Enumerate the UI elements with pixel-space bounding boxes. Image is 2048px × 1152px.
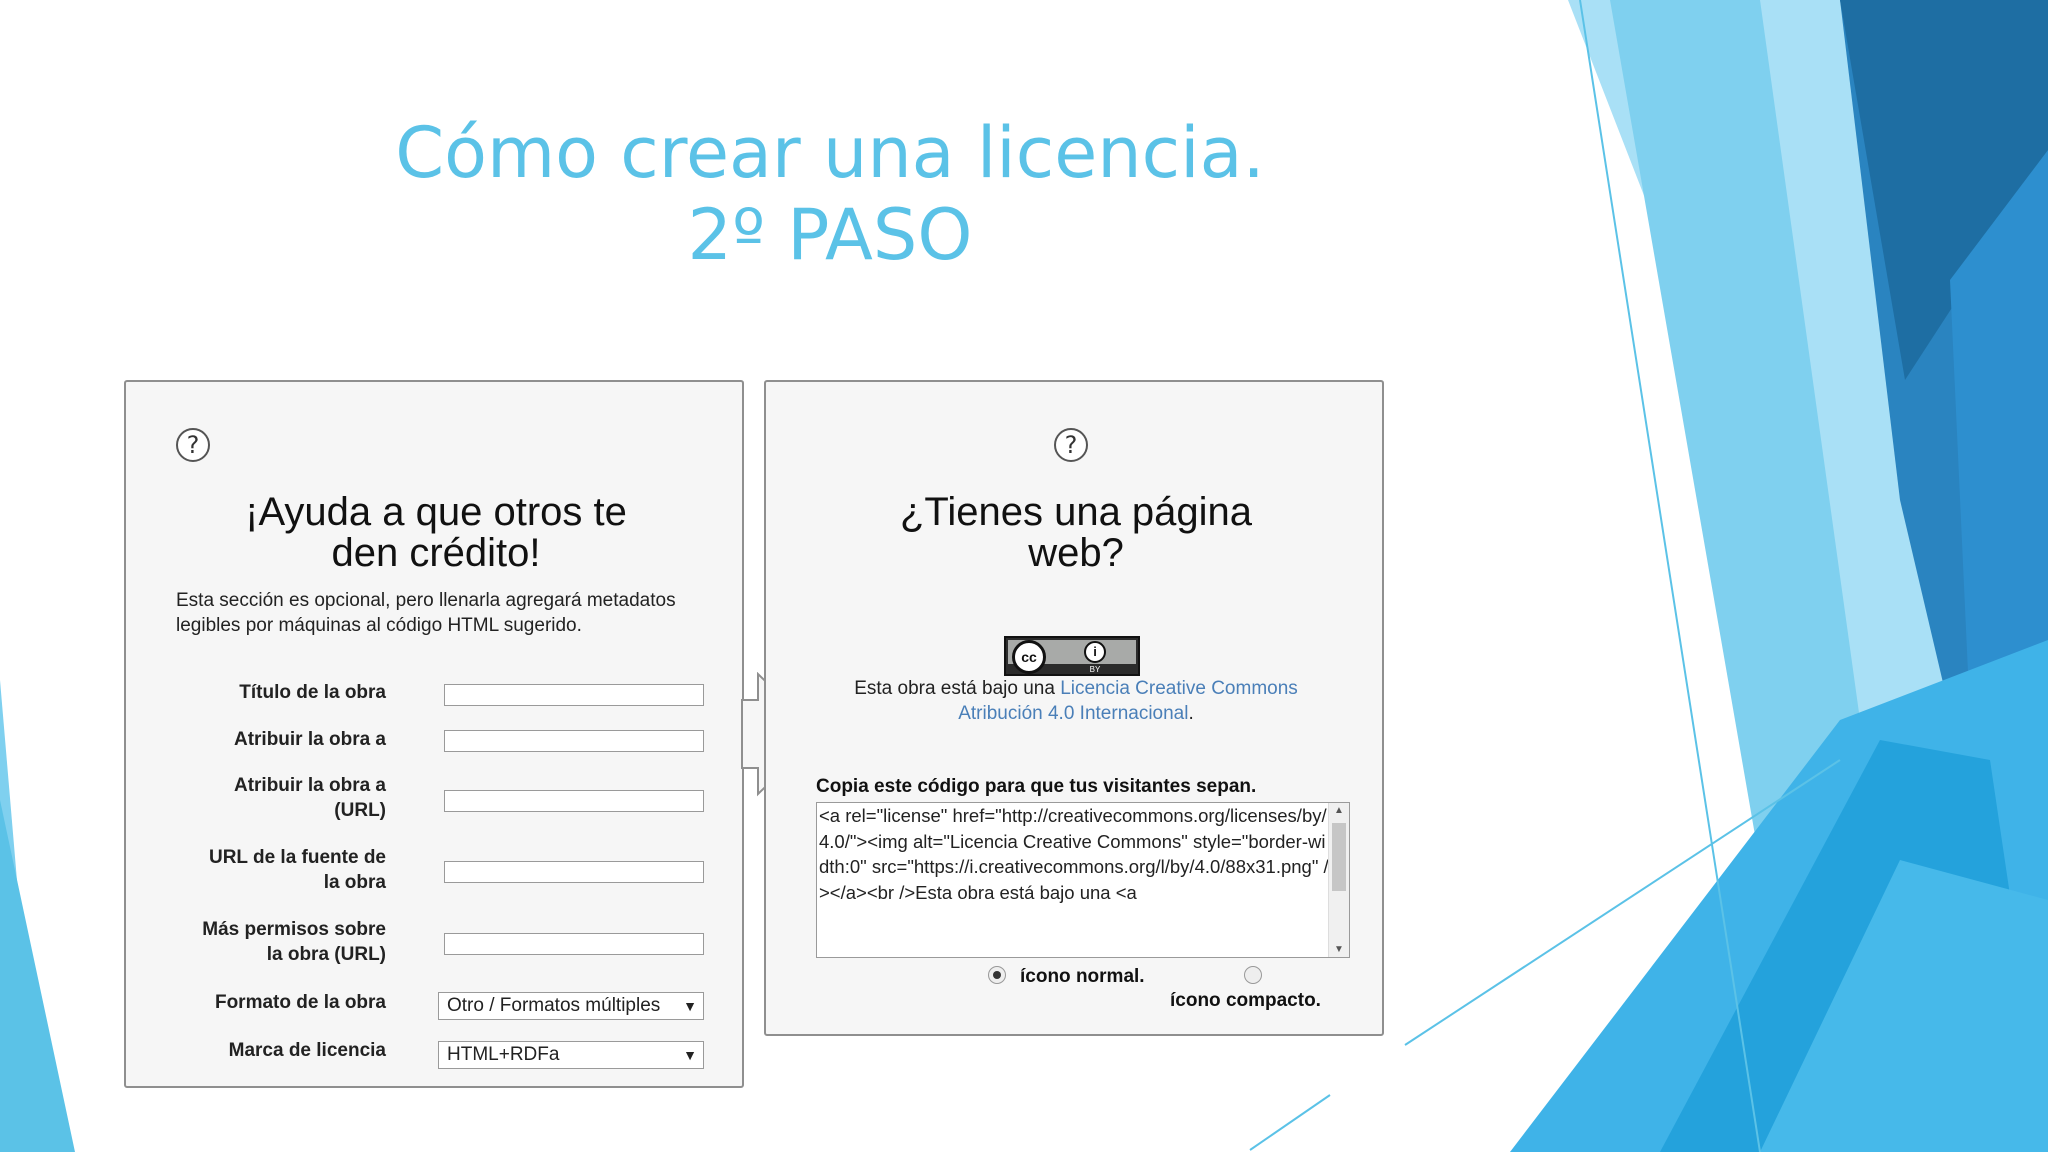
cc-by-license-badge[interactable]: cc i BY (1004, 636, 1140, 676)
heading-line-2: den crédito! (331, 531, 541, 575)
source-url-label: URL de la fuente de la obra (126, 845, 386, 895)
attribute-url-label: Atribuir la obra a (URL) (126, 773, 386, 823)
normal-icon-radio[interactable] (988, 966, 1006, 984)
attribution-person-icon: i (1084, 641, 1106, 663)
scroll-thumb[interactable] (1332, 823, 1346, 891)
website-code-panel: ? ¿Tienes una página web? cc i BY Esta o… (764, 380, 1384, 1036)
work-title-label: Título de la obra (239, 682, 386, 703)
heading-line-2: web? (1028, 531, 1124, 575)
copy-code-label: Copia este código para que tus visitante… (816, 776, 1257, 797)
license-link-continued[interactable]: Atribución 4.0 Internacional (958, 703, 1188, 724)
work-title-input[interactable] (444, 684, 704, 706)
panel-description: Esta sección es opcional, pero llenarla … (176, 590, 676, 636)
question-mark-icon[interactable]: ? (176, 428, 210, 462)
format-select[interactable]: Otro / Formatos múltiples ▼ (438, 992, 704, 1020)
panel-heading: ¿Tienes una página web? (766, 492, 1386, 574)
question-mark-icon[interactable]: ? (1054, 428, 1088, 462)
compact-icon-radio[interactable] (1244, 966, 1262, 984)
attribute-to-label: Atribuir la obra a (233, 729, 386, 750)
attribute-url-input[interactable] (444, 790, 704, 812)
more-permissions-label-line-2: la obra (URL) (266, 944, 386, 965)
dropdown-arrow-icon: ▼ (679, 1042, 697, 1068)
scroll-down-arrow-icon[interactable]: ▼ (1329, 944, 1349, 955)
scroll-up-arrow-icon[interactable]: ▲ (1329, 805, 1349, 816)
cc-icon: cc (1012, 640, 1046, 674)
license-statement-text: Esta obra está bajo una (854, 678, 1061, 699)
attribute-url-label-line-2: (URL) (334, 800, 386, 821)
format-label: Formato de la obra (214, 992, 386, 1013)
normal-icon-radio-label: ícono normal. (1020, 966, 1145, 987)
license-statement-line-2: Atribución 4.0 Internacional. (766, 701, 1386, 726)
embed-code-textarea[interactable]: <a rel="license" href="http://creativeco… (816, 802, 1350, 958)
panel-heading: ¡Ayuda a que otros te den crédito! (126, 492, 746, 574)
license-statement: Esta obra está bajo una Licencia Creativ… (766, 676, 1386, 701)
more-permissions-input[interactable] (444, 933, 704, 955)
code-scrollbar[interactable]: ▲ ▼ (1328, 803, 1349, 957)
license-mark-select-value: HTML+RDFa (447, 1044, 560, 1065)
license-mark-select[interactable]: HTML+RDFa ▼ (438, 1041, 704, 1069)
license-period: . (1188, 703, 1194, 724)
slide-title-line-2: 2º PASO (687, 194, 973, 276)
attribution-form-panel: ? ¡Ayuda a que otros te den crédito! Est… (124, 380, 744, 1088)
slide-title: Cómo crear una licencia. 2º PASO (330, 112, 1330, 276)
heading-line-1: ¿Tienes una página (899, 490, 1253, 534)
source-url-label-line-2: la obra (323, 872, 386, 893)
embed-code-text[interactable]: <a rel="license" href="http://creativeco… (819, 803, 1329, 957)
dropdown-arrow-icon: ▼ (679, 993, 697, 1019)
slide-title-line-1: Cómo crear una licencia. (395, 112, 1265, 194)
source-url-label-line-1: URL de la fuente de (208, 847, 386, 868)
license-link[interactable]: Licencia Creative Commons (1060, 678, 1298, 699)
more-permissions-label: Más permisos sobre la obra (URL) (126, 917, 386, 967)
format-select-value: Otro / Formatos múltiples (447, 995, 661, 1016)
attribute-to-input[interactable] (444, 730, 704, 752)
attribute-url-label-line-1: Atribuir la obra a (233, 775, 386, 796)
license-mark-label: Marca de licencia (228, 1040, 386, 1061)
source-url-input[interactable] (444, 861, 704, 883)
by-label: BY (1089, 665, 1101, 674)
compact-icon-radio-label: ícono compacto. (1170, 990, 1321, 1011)
more-permissions-label-line-1: Más permisos sobre (202, 919, 386, 940)
heading-line-1: ¡Ayuda a que otros te (245, 490, 627, 534)
